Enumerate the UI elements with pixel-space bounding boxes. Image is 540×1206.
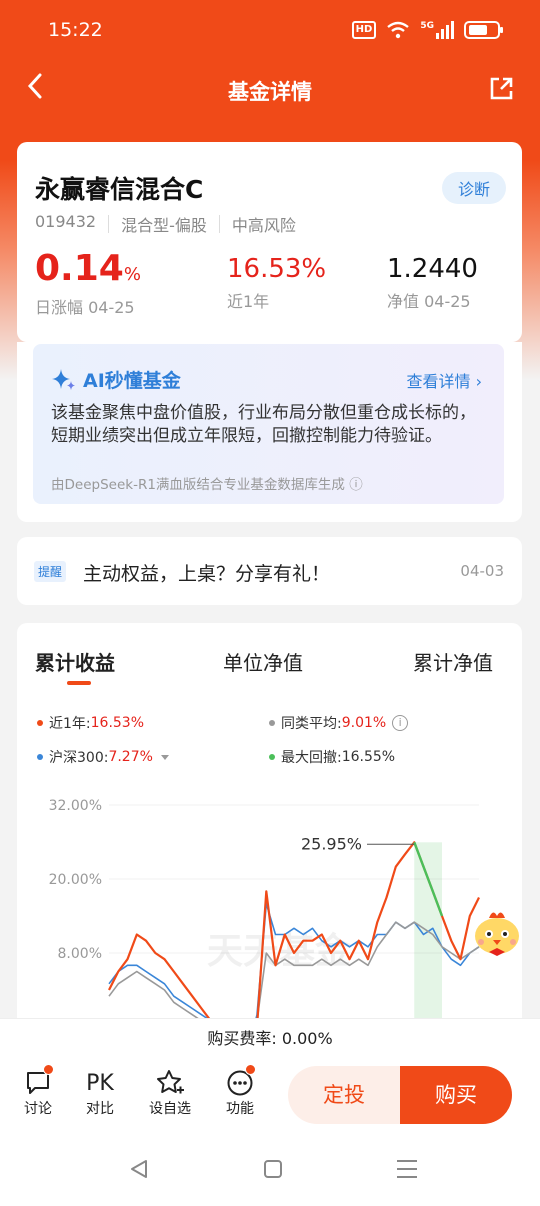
tab-indicator (67, 681, 91, 685)
fund-risk: 中高风险 (231, 216, 296, 235)
annotation-label: 25.95% (301, 834, 362, 853)
legend-drawdown: 最大回撤: 16.55% (269, 747, 395, 767)
fund-name: 永赢睿信混合C (35, 175, 204, 204)
drawdown-area (414, 842, 442, 1023)
star-plus-icon (157, 1070, 184, 1094)
performance-chart-card: 累计收益 单位净值 累计净值 近1年: 16.53% 同类平均: 9.01% i 沪… (17, 623, 522, 1043)
nav-menu-icon[interactable] (395, 1158, 419, 1180)
legend-fund-label: 近1年: (49, 716, 91, 732)
discuss-badge (43, 1064, 54, 1075)
purchase-fee-bar: 购买费率: 0.00% (0, 1018, 540, 1058)
sparkle-icon (52, 368, 75, 390)
buy-button[interactable]: 购买 (400, 1066, 512, 1124)
add-watchlist-label: 设自选 (149, 1101, 191, 1117)
nav-home-icon[interactable] (262, 1158, 284, 1180)
wifi-icon (387, 21, 410, 39)
reminder-date: 04-03 (460, 562, 504, 580)
purchase-fee-text: 购买费率: 0.00% (207, 1029, 333, 1048)
fund-code: 019432 (35, 212, 97, 231)
hd-icon: HD (351, 21, 377, 39)
discuss-button[interactable]: 讨论 (13, 1064, 63, 1118)
day-change-metric: 0.14% 日涨幅 04-25 (35, 251, 141, 318)
compare-button[interactable]: PK 对比 (75, 1068, 125, 1118)
compare-label: 对比 (86, 1101, 114, 1117)
ai-summary-card: AI秒懂基金 查看详情 › 该基金聚焦中盘价值股，行业布局分散但重仓成长标的，短… (17, 342, 522, 522)
tab-cumulative-return[interactable]: 累计收益 (35, 647, 115, 676)
functions-button[interactable]: 功能 (215, 1064, 265, 1118)
ai-view-details-link[interactable]: 查看详情 › (407, 368, 483, 392)
fund-type: 混合型-偏股 (121, 216, 207, 235)
battery-icon (464, 21, 503, 39)
diagnose-button[interactable]: 诊断 (441, 172, 506, 204)
legend-fund: 近1年: 16.53% (37, 713, 144, 733)
discuss-label: 讨论 (24, 1101, 52, 1117)
year-return-metric: 16.53% 近1年 (227, 254, 326, 312)
chart-tabs: 累计收益 单位净值 累计净值 (17, 645, 522, 695)
status-bar: 15:22 HD 5G (0, 18, 540, 46)
legend-drawdown-value: 16.55% (341, 749, 396, 765)
pk-icon: PK (86, 1070, 114, 1096)
nav-back-icon[interactable] (128, 1158, 150, 1180)
reminder-tag: 提醒 (34, 561, 67, 582)
day-change-value: 0.14 (35, 248, 124, 289)
bottom-action-bar: 讨论 PK 对比 设自选 功能 定投 购买 (0, 1058, 540, 1134)
nav-bar: 基金详情 (0, 62, 540, 118)
system-nav-bar (0, 1134, 540, 1206)
performance-chart[interactable]: 32.00%20.00%8.00%-4.00% 天天基金 25.95% (17, 783, 522, 1023)
y-tick-label: 32.00% (49, 798, 102, 814)
legend-peer-label: 同类平均: (281, 716, 342, 732)
legend-peer-value: 9.01% (341, 715, 387, 731)
legend-drawdown-label: 最大回撤: (281, 750, 342, 766)
info-icon[interactable]: i (392, 715, 409, 731)
day-change-label: 日涨幅 04-25 (35, 298, 135, 317)
chart-y-ticks: 32.00%20.00%8.00%-4.00% (49, 798, 102, 1023)
y-tick-label: 8.00% (58, 946, 102, 962)
ai-summary-panel[interactable]: AI秒懂基金 查看详情 › 该基金聚焦中盘价值股，行业布局分散但重仓成长标的，短… (33, 344, 504, 504)
nav-label: 净值 04-25 (387, 292, 471, 311)
y-tick-label: 20.00% (49, 872, 102, 888)
tab-cumulative-nav[interactable]: 累计净值 (413, 647, 493, 676)
chart-annotation: 25.95% (301, 834, 415, 853)
reminder-text: 主动权益，上桌？分享有礼！ (83, 563, 331, 585)
legend-peer: 同类平均: 9.01% i (269, 713, 409, 733)
ai-source-note: 由DeepSeek-R1满血版结合专业基金数据库生成 ⓘ (51, 477, 363, 493)
page-title: 基金详情 (228, 80, 312, 104)
share-icon[interactable] (488, 76, 514, 102)
legend-index-label: 沪深300: (49, 750, 109, 766)
nav-value: 1.2440 (387, 254, 478, 284)
legend-fund-value: 16.53% (90, 715, 145, 731)
ai-title-row: AI秒懂基金 (51, 366, 181, 393)
drawdown-zone (414, 842, 442, 1023)
year-return-label: 近1年 (227, 292, 270, 311)
dropdown-icon[interactable] (160, 754, 169, 760)
mascot-icon[interactable] (471, 908, 523, 960)
legend-index[interactable]: 沪深300: 7.27% (37, 747, 169, 767)
signal-icon: 5G (420, 21, 454, 39)
functions-label: 功能 (226, 1101, 254, 1117)
legend-index-value: 7.27% (108, 749, 153, 765)
fixed-investment-button[interactable]: 定投 (288, 1066, 400, 1124)
ai-summary-text: 该基金聚焦中盘价值股，行业布局分散但重仓成长标的，短期业绩突出但成立年限短，回撤… (51, 403, 476, 446)
year-return-value: 16.53% (227, 254, 327, 284)
add-watchlist-button[interactable]: 设自选 (145, 1068, 195, 1118)
status-time: 15:22 (48, 19, 103, 41)
nav-metric: 1.2440 净值 04-25 (387, 254, 478, 312)
ai-title: AI秒懂基金 (83, 370, 181, 392)
reminder-banner[interactable]: 提醒 主动权益，上桌？分享有礼！ 04-03 (17, 537, 522, 605)
fund-tags: 019432 混合型-偏股 中高风险 (35, 212, 296, 236)
functions-badge (245, 1064, 256, 1075)
tab-unit-nav[interactable]: 单位净值 (223, 647, 303, 676)
fund-summary-card: 永赢睿信混合C 诊断 019432 混合型-偏股 中高风险 0.14% 日涨幅 … (17, 142, 522, 342)
day-change-unit: % (123, 264, 141, 285)
